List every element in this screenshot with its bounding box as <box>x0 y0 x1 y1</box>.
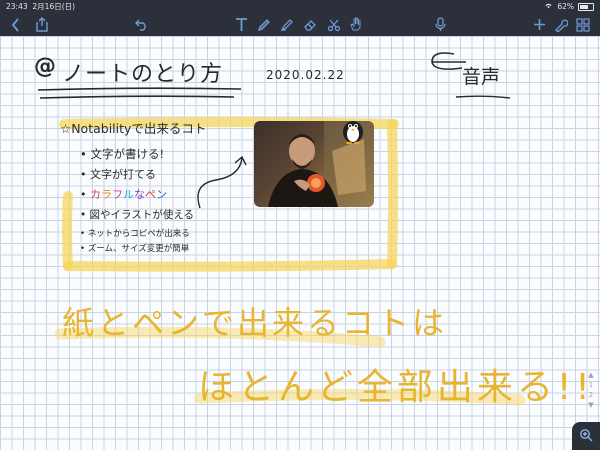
wifi-icon <box>544 0 553 13</box>
colorful-pen-text: カラフルなペン <box>90 188 167 201</box>
chevron-left-icon[interactable] <box>8 16 22 33</box>
hand-icon[interactable] <box>348 16 364 33</box>
pen-icon[interactable] <box>256 16 272 33</box>
big-message-line2: ほとんど全部出来る!! <box>198 367 594 408</box>
audio-label: 音声 <box>462 66 501 88</box>
list-item: • ズーム、サイズ変更が簡単 <box>80 244 190 254</box>
page-total: 2 <box>588 391 594 399</box>
big-message-line1: 紙とペンで出来るコトは <box>62 304 448 342</box>
page-indicator[interactable]: ▲ 1 2 ▼ <box>584 370 598 410</box>
battery-icon <box>578 2 594 11</box>
zoom-icon <box>579 427 593 446</box>
scissors-icon[interactable] <box>326 16 342 33</box>
status-right: 62% <box>544 0 594 13</box>
colorful-char: ラ <box>101 188 112 201</box>
list-item-text: ネットからコピペが出来る <box>87 229 190 239</box>
page-current: 1 <box>588 381 594 389</box>
share-icon[interactable] <box>34 16 50 33</box>
highlighter-icon[interactable] <box>279 16 295 33</box>
colorful-char: カ <box>90 188 101 201</box>
wrench-icon[interactable] <box>553 16 569 33</box>
zoom-button[interactable] <box>572 422 600 450</box>
title-underline <box>37 87 242 99</box>
colorful-char: フ <box>112 188 123 201</box>
colorful-char: な <box>134 188 145 201</box>
list-item-text: 図やイラストが使える <box>89 209 195 221</box>
colorful-char: ル <box>123 188 134 201</box>
list-item: • 文字が書ける! <box>80 147 165 161</box>
chevron-up-icon[interactable]: ▲ <box>584 370 598 380</box>
text-tool-icon[interactable] <box>233 16 249 33</box>
curved-arrow <box>197 155 247 209</box>
note-date: 2020.02.22 <box>266 68 345 82</box>
page-title: ノートのとり方 <box>62 62 224 87</box>
undo-icon[interactable] <box>133 16 149 33</box>
penguin-sticker <box>340 116 366 145</box>
eraser-icon[interactable] <box>302 16 318 33</box>
pages-icon[interactable] <box>575 16 591 33</box>
chevron-down-icon[interactable]: ▼ <box>584 400 598 410</box>
list-item: • カラフルなペン <box>80 188 167 201</box>
microphone-icon[interactable] <box>432 16 448 33</box>
colorful-char: ペ <box>145 188 156 201</box>
note-canvas[interactable]: @ ノートのとり方 2020.02.22 音声 ☆Notabilityで出来るコ… <box>0 36 600 450</box>
list-item-text: 文字が打てる <box>90 168 156 181</box>
list-item-text: ズーム、サイズ変更が簡単 <box>87 244 190 254</box>
box-heading: ☆Notabilityで出来るコト <box>60 121 207 136</box>
title-at-mark: @ <box>34 54 56 79</box>
battery-percent: 62% <box>557 2 574 11</box>
audio-underline <box>455 95 511 99</box>
list-item: • 図やイラストが使える <box>80 209 195 221</box>
status-bar: 23:43 2月16日(日) 62% <box>0 0 600 13</box>
colorful-char: ン <box>156 188 167 201</box>
toolbar <box>0 13 600 36</box>
status-time: 23:43 <box>6 2 28 11</box>
list-item: • 文字が打てる <box>80 168 156 181</box>
status-date: 2月16日(日) <box>32 2 76 11</box>
list-item: • ネットからコピペが出来る <box>80 229 190 239</box>
list-item-text: 文字が書ける! <box>90 147 165 161</box>
plus-icon[interactable] <box>531 16 547 33</box>
status-datetime: 23:43 2月16日(日) <box>6 0 75 13</box>
battery-level <box>580 4 588 9</box>
